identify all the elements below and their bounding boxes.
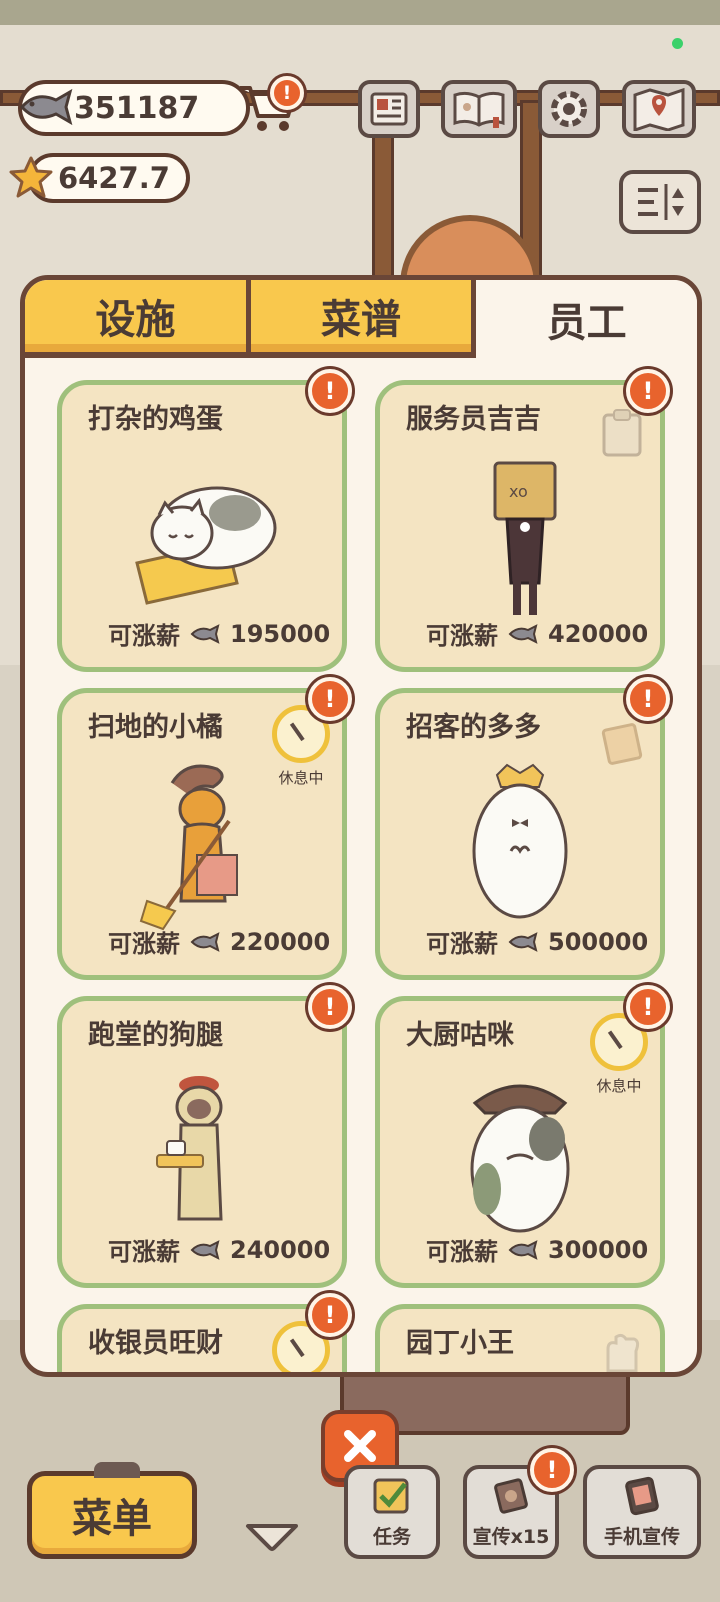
newspaper-icon	[370, 92, 408, 126]
staff-card[interactable]: 扫地的小橘 休息中 可涨薪 220000	[57, 677, 352, 980]
upgrade-alert-badge	[626, 369, 670, 413]
promote-alert-badge	[530, 1448, 574, 1492]
sort-icon	[638, 184, 684, 220]
staff-panel: 设施 菜谱 员工 打杂的鸡蛋 可涨薪 195000 服务员吉吉	[20, 275, 702, 1377]
tab-staff[interactable]: 员工	[476, 280, 697, 358]
cat-chef-illustration	[470, 1084, 570, 1233]
salary-amount: 300000	[548, 1235, 649, 1264]
glove-icon	[606, 1333, 640, 1372]
staff-name: 招客的多多	[406, 712, 541, 743]
recipe-book-icon	[453, 91, 505, 128]
upgrade-alert-badge	[308, 369, 352, 413]
newspaper-button[interactable]	[358, 80, 420, 138]
fish-amount: 351187	[74, 90, 200, 126]
staff-name: 服务员吉吉	[406, 404, 541, 435]
staff-card[interactable]: 收银员旺财	[57, 1293, 352, 1372]
fish-icon	[20, 88, 73, 126]
staff-card[interactable]: 招客的多多 可涨薪 500000	[375, 677, 670, 980]
chevron-down-icon[interactable]	[244, 1522, 300, 1552]
promote-label: 宣传x15	[472, 1526, 550, 1548]
staff-name: 扫地的小橘	[88, 712, 223, 743]
staff-card[interactable]: 大厨咕咪 休息中 可涨薪 300000	[375, 985, 670, 1288]
salary-row: 可涨薪 500000	[426, 924, 648, 959]
tasks-button[interactable]: 任务	[344, 1465, 440, 1559]
phone-promote-label: 手机宣传	[603, 1526, 680, 1548]
upgrade-alert-badge	[308, 985, 352, 1029]
recipe-book-button[interactable]	[441, 80, 517, 138]
fish-icon	[508, 1239, 538, 1260]
salary-label: 可涨薪	[108, 930, 180, 958]
status-indicator	[672, 38, 683, 49]
upgrade-alert-badge	[626, 985, 670, 1029]
cat-janitor-illustration	[135, 486, 277, 605]
fish-icon	[190, 1239, 220, 1260]
flyer-icon	[601, 723, 643, 765]
top-strip	[0, 0, 720, 25]
star-amount: 6427.7	[58, 161, 170, 195]
fish-icon	[508, 931, 538, 952]
salary-row: 可涨薪 420000	[426, 616, 648, 651]
salary-amount: 240000	[230, 1235, 331, 1264]
sort-button[interactable]	[619, 170, 701, 234]
fish-icon	[190, 931, 220, 952]
fish-icon	[190, 623, 220, 644]
salary-label: 可涨薪	[426, 930, 498, 958]
gear-icon	[551, 91, 587, 127]
tasks-label: 任务	[372, 1526, 411, 1548]
upgrade-alert-badge	[308, 677, 352, 721]
salary-label: 可涨薪	[108, 622, 180, 650]
flyer-stack-icon	[494, 1478, 528, 1514]
cat-runner-illustration	[156, 1076, 223, 1221]
staff-name: 大厨咕咪	[406, 1020, 514, 1051]
map-button[interactable]	[622, 80, 696, 138]
phone-promote-button[interactable]: 手机宣传	[583, 1465, 701, 1559]
close-icon	[344, 1430, 376, 1462]
salary-amount: 220000	[230, 927, 331, 956]
salary-row: 可涨薪 195000	[108, 616, 330, 651]
staff-name: 收银员旺财	[88, 1328, 223, 1359]
upgrade-alert-badge	[308, 1293, 352, 1337]
salary-label: 可涨薪	[426, 1238, 498, 1266]
salary-label: 可涨薪	[426, 622, 498, 650]
salary-amount: 195000	[230, 619, 331, 648]
staff-card[interactable]: 园丁小王	[375, 1304, 665, 1372]
staff-name: 跑堂的狗腿	[88, 1020, 223, 1051]
salary-amount: 500000	[548, 927, 649, 956]
map-icon	[633, 87, 685, 131]
menu-label: 菜单	[72, 1496, 152, 1542]
clipboard-icon	[602, 409, 642, 457]
staff-card[interactable]: 打杂的鸡蛋 可涨薪 195000	[57, 369, 352, 672]
svg-text:xo: xo	[509, 482, 528, 501]
staff-name: 打杂的鸡蛋	[88, 404, 223, 435]
staff-card[interactable]: 跑堂的狗腿 可涨薪 240000	[57, 985, 352, 1288]
menu-button[interactable]: 菜单	[27, 1462, 197, 1559]
settings-button[interactable]	[538, 80, 600, 138]
waiter-illustration: xo	[493, 461, 557, 615]
fish-icon	[508, 623, 538, 644]
checklist-icon	[373, 1478, 409, 1514]
staff-card[interactable]: 服务员吉吉 xo 可涨薪 420000	[375, 369, 670, 672]
cat-greeter-illustration	[472, 763, 568, 919]
phone-icon	[625, 1476, 659, 1516]
salary-label: 可涨薪	[108, 1238, 180, 1266]
tab-recipes[interactable]: 菜谱	[250, 280, 477, 358]
salary-row: 可涨薪 220000	[108, 924, 330, 959]
cat-sweeper-illustration	[139, 764, 238, 931]
cart-alert-badge	[270, 76, 304, 110]
staff-name: 园丁小王	[406, 1328, 514, 1359]
star-icon	[9, 156, 53, 198]
salary-amount: 420000	[548, 619, 649, 648]
salary-row: 可涨薪 240000	[108, 1232, 330, 1267]
salary-row: 可涨薪 300000	[426, 1232, 648, 1267]
upgrade-alert-badge	[626, 677, 670, 721]
tab-facilities[interactable]: 设施	[25, 280, 251, 358]
tab-bar: 设施 菜谱 员工	[25, 280, 697, 358]
